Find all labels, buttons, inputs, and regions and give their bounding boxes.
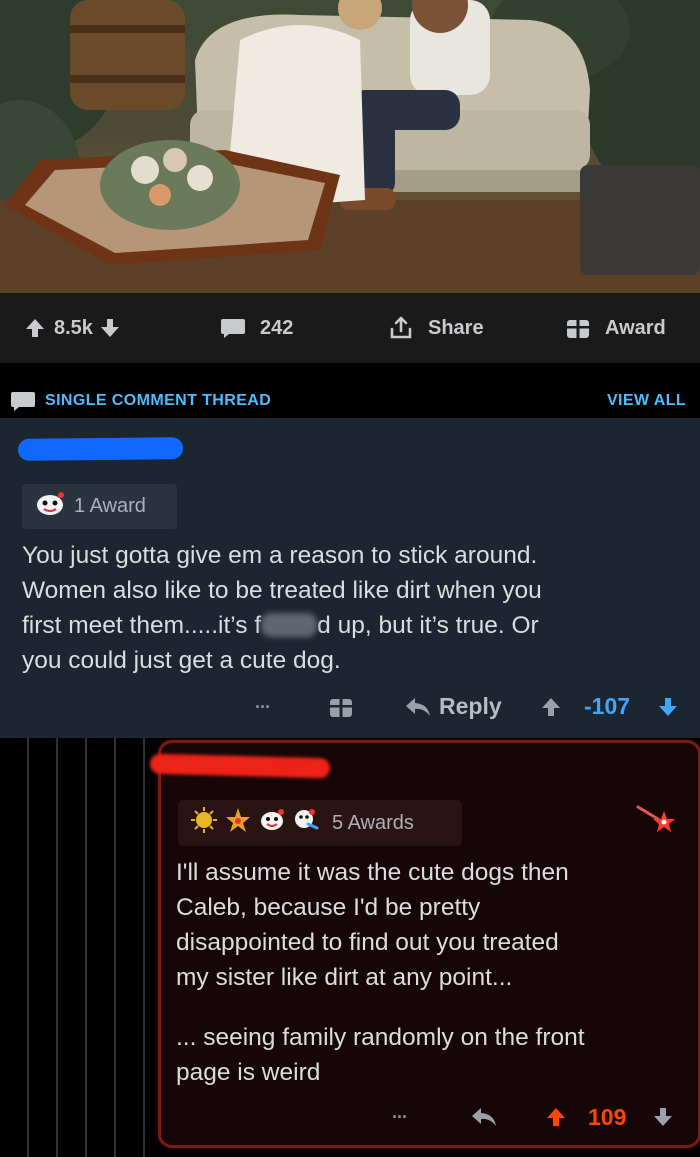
share-button[interactable]: Share	[388, 293, 484, 363]
comment-bubble-icon	[220, 317, 246, 339]
comment2-actions: ... 109	[0, 1100, 700, 1136]
comment-thread-icon	[10, 390, 36, 417]
view-all-link[interactable]: VIEW ALL	[607, 392, 686, 410]
comment1-score: -107	[584, 693, 631, 719]
starstruck-award-icon	[224, 806, 252, 840]
award-label: Award	[605, 316, 666, 339]
comment1-actions: ... Reply -107	[0, 688, 700, 726]
comment2-score: 109	[588, 1104, 627, 1130]
downvote-arrow-icon[interactable]	[652, 1106, 674, 1133]
comment1-line: you could just get a cute dog.	[22, 647, 341, 674]
wedding-photo	[0, 0, 700, 293]
gilded-star-icon	[636, 803, 676, 844]
comment2-line: page is weird	[176, 1059, 321, 1086]
comment2-body-continued: ... seeing family randomly on the front …	[176, 1020, 686, 1090]
thread-indent-lines	[0, 738, 158, 1157]
comment1-line-part: d up, but it’s true. Or	[317, 612, 539, 639]
reply-arrow-icon	[404, 696, 432, 723]
upvote-arrow-icon[interactable]	[540, 696, 562, 723]
upvote-arrow-icon[interactable]	[24, 317, 46, 339]
reply-button[interactable]: Reply	[439, 693, 502, 720]
share-label: Share	[428, 316, 484, 339]
post-score: 8.5k	[54, 316, 93, 339]
comments-button[interactable]: 242	[220, 293, 293, 363]
comment1-line: first meet them.....it’s f d up, but it’s…	[22, 608, 692, 643]
comment-count: 242	[260, 316, 294, 339]
censor-blur	[261, 613, 318, 637]
comment1-awards-chip[interactable]: 1 Award	[22, 484, 177, 529]
reply-arrow-icon[interactable]	[470, 1106, 498, 1133]
downvote-arrow-icon[interactable]	[657, 696, 679, 723]
award-button[interactable]: Award	[565, 293, 666, 363]
sun-award-icon	[190, 806, 218, 840]
thread-header: SINGLE COMMENT THREAD VIEW ALL	[0, 363, 700, 418]
post-action-bar: 8.5k 242 Share Award	[0, 293, 700, 363]
comment1-line: Women also like to be treated like dirt …	[22, 577, 542, 604]
more-options-button[interactable]: ...	[392, 1102, 407, 1123]
wholesome-award-icon	[34, 490, 66, 524]
comment1-body: You just gotta give em a reason to stick…	[22, 538, 692, 678]
redacted-username-1	[17, 437, 184, 461]
post-image[interactable]	[0, 0, 700, 293]
gift-icon	[565, 315, 591, 341]
more-options-button[interactable]: ...	[255, 692, 270, 713]
comment2-line: my sister like dirt at any point...	[176, 964, 513, 991]
comment2-award-count: 5 Awards	[332, 811, 414, 834]
share-icon	[388, 315, 414, 341]
comment2-awards-chip[interactable]: 5 Awards	[178, 800, 462, 846]
hugz-award-icon	[292, 806, 320, 840]
downvote-arrow-icon[interactable]	[99, 317, 121, 339]
comment2-line: I'll assume it was the cute dogs then	[176, 859, 569, 886]
comment1-line: You just gotta give em a reason to stick…	[22, 542, 538, 569]
give-award-icon[interactable]	[328, 694, 354, 725]
comment2-line: disappointed to find out you treated	[176, 929, 559, 956]
upvote-arrow-icon[interactable]	[545, 1106, 567, 1133]
comment1-award-count: 1 Award	[74, 495, 146, 517]
wholesome-award-icon	[258, 806, 286, 840]
comment1-line-part: first meet them.....it’s f	[22, 612, 262, 639]
comment2-line: ... seeing family randomly on the front	[176, 1024, 585, 1051]
comment2-body: I'll assume it was the cute dogs then Ca…	[176, 855, 686, 995]
thread-title: SINGLE COMMENT THREAD	[45, 392, 272, 409]
vote-group: 8.5k	[24, 293, 121, 363]
comment2-line: Caleb, because I'd be pretty	[176, 894, 481, 921]
